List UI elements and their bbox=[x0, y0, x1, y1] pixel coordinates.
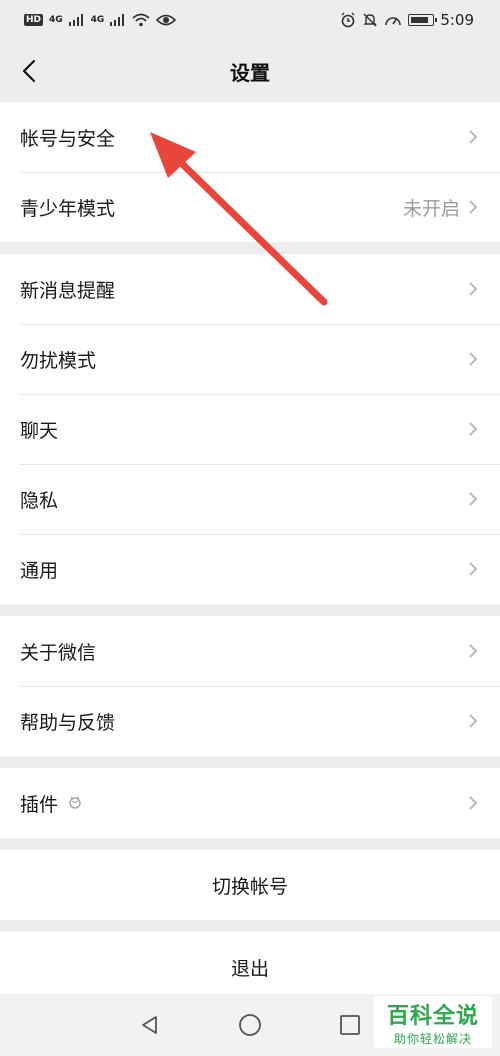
settings-item-label: 关于微信 bbox=[20, 641, 97, 664]
settings-group-about: 关于微信 帮助与反馈 bbox=[0, 616, 500, 756]
plugin-bulb-icon bbox=[69, 796, 81, 809]
signal-label-2: 4G bbox=[90, 15, 105, 25]
settings-item-label: 隐私 bbox=[20, 489, 59, 512]
chevron-right-icon bbox=[466, 712, 480, 730]
chevron-right-icon bbox=[466, 128, 480, 146]
circle-home-icon bbox=[239, 1014, 261, 1036]
settings-item-help-feedback[interactable]: 帮助与反馈 bbox=[0, 686, 500, 756]
battery-icon bbox=[408, 14, 438, 26]
logout-button[interactable]: 退出 bbox=[0, 932, 500, 1002]
settings-item-about[interactable]: 关于微信 bbox=[0, 616, 500, 686]
settings-item-do-not-disturb[interactable]: 勿扰模式 bbox=[0, 324, 500, 394]
chevron-left-icon bbox=[22, 59, 36, 83]
chevron-right-icon bbox=[466, 350, 480, 368]
teen-mode-status: 未开启 bbox=[402, 197, 460, 220]
settings-item-privacy[interactable]: 隐私 bbox=[0, 464, 500, 534]
settings-group-general: 新消息提醒 勿扰模式 聊天 隐私 通用 bbox=[0, 254, 500, 604]
eye-icon bbox=[156, 13, 177, 27]
alarm-icon bbox=[340, 12, 356, 28]
hd-badge: HD bbox=[24, 14, 44, 26]
watermark-main-text: 百科全说 bbox=[386, 1003, 479, 1029]
settings-item-teen-mode[interactable]: 青少年模式 未开启 bbox=[0, 172, 500, 242]
nav-bar: 设置 bbox=[0, 40, 500, 102]
settings-item-label: 青少年模式 bbox=[20, 197, 116, 220]
watermark-logo: 百科全说 助你轻松解决 bbox=[374, 996, 492, 1048]
square-recents-icon bbox=[340, 1015, 360, 1035]
chevron-right-icon bbox=[466, 420, 480, 438]
nav-recents-button[interactable] bbox=[336, 1011, 364, 1039]
settings-item-plugins[interactable]: 插件 bbox=[0, 768, 500, 838]
triangle-back-icon bbox=[142, 1016, 157, 1034]
settings-item-chat[interactable]: 聊天 bbox=[0, 394, 500, 464]
mute-bell-icon bbox=[362, 12, 378, 28]
settings-group-account: 帐号与安全 青少年模式 未开启 bbox=[0, 102, 500, 242]
settings-item-label: 帐号与安全 bbox=[20, 127, 116, 150]
status-left: HD 4G 4G bbox=[24, 13, 177, 27]
chevron-right-icon bbox=[466, 198, 480, 216]
signal-label-1: 4G bbox=[49, 15, 63, 25]
switch-account-button[interactable]: 切换帐号 bbox=[0, 850, 500, 920]
nav-back-button[interactable] bbox=[136, 1011, 164, 1039]
back-button[interactable] bbox=[14, 54, 44, 88]
settings-item-label: 帮助与反馈 bbox=[20, 711, 116, 734]
status-right: 5:09 bbox=[340, 11, 474, 29]
status-time: 5:09 bbox=[440, 11, 474, 29]
settings-item-notifications[interactable]: 新消息提醒 bbox=[0, 254, 500, 324]
chevron-right-icon bbox=[466, 794, 480, 812]
settings-item-label: 聊天 bbox=[20, 419, 59, 442]
wifi-icon bbox=[132, 13, 150, 27]
chevron-right-icon bbox=[466, 280, 480, 298]
watermark-sub-text: 助你轻松解决 bbox=[393, 1031, 472, 1046]
speed-icon bbox=[384, 12, 402, 28]
nav-home-button[interactable] bbox=[236, 1011, 264, 1039]
settings-item-label: 勿扰模式 bbox=[20, 349, 97, 372]
chevron-right-icon bbox=[466, 560, 480, 578]
signal-icon bbox=[68, 14, 85, 26]
page-title: 设置 bbox=[230, 60, 270, 85]
settings-item-label: 新消息提醒 bbox=[20, 279, 116, 302]
settings-item-label: 通用 bbox=[20, 559, 59, 582]
settings-item-label: 插件 bbox=[20, 793, 59, 816]
chevron-right-icon bbox=[466, 642, 480, 660]
status-bar: HD 4G 4G 5:09 bbox=[0, 0, 500, 40]
chevron-right-icon bbox=[466, 490, 480, 508]
settings-item-account-security[interactable]: 帐号与安全 bbox=[0, 102, 500, 172]
settings-item-general[interactable]: 通用 bbox=[0, 534, 500, 604]
settings-group-plugins: 插件 bbox=[0, 768, 500, 838]
signal-icon bbox=[110, 14, 126, 26]
